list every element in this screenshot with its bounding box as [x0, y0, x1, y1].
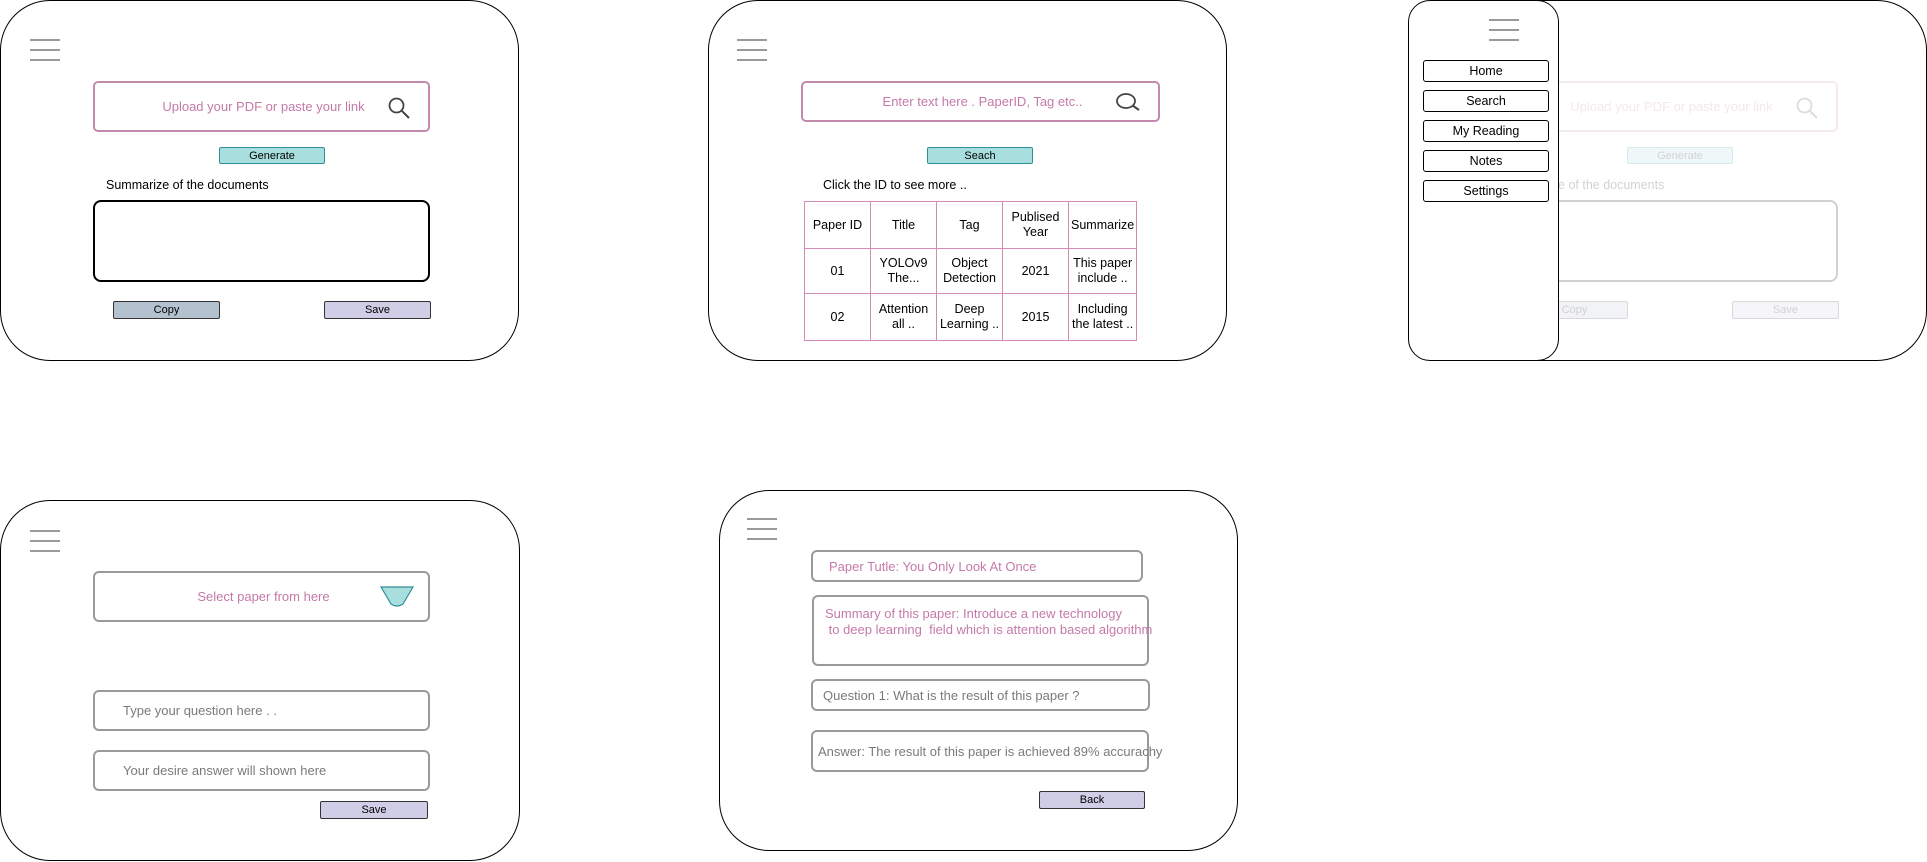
- answer-output: Your desire answer will shown here: [93, 750, 430, 791]
- save-button-bg: Save: [1732, 301, 1839, 319]
- summary-label: Summarize of the documents: [106, 178, 269, 192]
- back-button[interactable]: Back: [1039, 791, 1145, 809]
- paper-title-field: Paper Tutle: You Only Look At Once: [811, 550, 1143, 582]
- paper-title: Paper Tutle: You Only Look At Once: [829, 559, 1037, 574]
- search-icon[interactable]: [1116, 92, 1142, 112]
- summary-cell: This paper include ..: [1067, 248, 1138, 294]
- summary-cell: Including the latest ..: [1067, 293, 1138, 341]
- answer-field: Answer: The result of this paper is achi…: [811, 730, 1162, 772]
- frame-search: Enter text here . PaperID, Tag etc.. Sea…: [708, 0, 1227, 361]
- search-input[interactable]: Enter text here . PaperID, Tag etc..: [801, 81, 1160, 122]
- summary-line-1: Summary of this paper: Introduce a new t…: [825, 606, 1122, 621]
- question-text: Question 1: What is the result of this p…: [823, 688, 1080, 703]
- hamburger-menu-icon[interactable]: [747, 518, 777, 540]
- summary-output[interactable]: [93, 200, 430, 282]
- paper-summary-field: Summary of this paper: Introduce a new t…: [812, 595, 1153, 666]
- question-placeholder: Type your question here . .: [123, 703, 277, 718]
- menu-item-home[interactable]: Home: [1423, 60, 1549, 82]
- menu-item-search[interactable]: Search: [1423, 90, 1549, 112]
- side-menu-panel: Home Search My Reading Notes Settings: [1408, 0, 1559, 361]
- table-row[interactable]: 02 Attention all .. Deep Learning .. 201…: [804, 293, 1138, 341]
- menu-item-settings[interactable]: Settings: [1423, 180, 1549, 202]
- question-field: Question 1: What is the result of this p…: [811, 679, 1150, 711]
- summary-label-bg: ize of the documents: [1549, 178, 1665, 192]
- answer-text: Answer: The result of this paper is achi…: [818, 744, 1163, 759]
- frame-upload-summarize: Upload your PDF or paste your link Gener…: [0, 0, 519, 361]
- frame-ask-question: Select paper from here Type your questio…: [0, 500, 520, 861]
- generate-button-bg: Generate: [1627, 147, 1733, 164]
- tag-cell: Deep Learning ..: [936, 293, 1003, 341]
- dropdown-triangle-icon[interactable]: [379, 584, 415, 608]
- year-cell: 2015: [1002, 293, 1069, 341]
- hamburger-menu-icon[interactable]: [30, 39, 60, 61]
- upload-placeholder: Upload your PDF or paste your link: [162, 99, 365, 114]
- table-row[interactable]: 01 YOLOv9 The... Object Detection 2021 T…: [804, 248, 1138, 294]
- title-cell: Attention all ..: [870, 293, 937, 341]
- tag-cell: Object Detection: [936, 248, 1003, 294]
- column-header: Title: [870, 201, 937, 249]
- generate-button[interactable]: Generate: [219, 147, 325, 164]
- answer-placeholder: Your desire answer will shown here: [123, 763, 327, 778]
- column-header: Tag: [936, 201, 1003, 249]
- search-icon[interactable]: [387, 96, 411, 120]
- title-cell: YOLOv9 The...: [870, 248, 937, 294]
- menu-item-notes[interactable]: Notes: [1423, 150, 1549, 172]
- search-icon: [1796, 97, 1818, 119]
- column-header: Publised Year: [1002, 201, 1069, 249]
- menu-item-my-reading[interactable]: My Reading: [1423, 120, 1549, 142]
- save-button[interactable]: Save: [324, 301, 431, 319]
- search-button[interactable]: Seach: [927, 147, 1033, 164]
- hamburger-menu-icon[interactable]: [1489, 19, 1519, 41]
- results-table: Paper ID Title Tag Publised Year Summari…: [804, 201, 1138, 341]
- column-header: Paper ID: [804, 201, 871, 249]
- frame-paper-detail: Paper Tutle: You Only Look At Once Summa…: [719, 490, 1238, 851]
- paper-id-cell[interactable]: 01: [804, 248, 871, 294]
- results-hint: Click the ID to see more ..: [823, 178, 967, 192]
- copy-button[interactable]: Copy: [113, 301, 220, 319]
- hamburger-menu-icon[interactable]: [30, 530, 60, 552]
- year-cell: 2021: [1002, 248, 1069, 294]
- question-input[interactable]: Type your question here . .: [93, 690, 430, 731]
- column-header: Summarize: [1067, 201, 1138, 249]
- upload-input[interactable]: Upload your PDF or paste your link: [93, 81, 430, 132]
- search-placeholder: Enter text here . PaperID, Tag etc..: [882, 94, 1083, 109]
- summary-line-2: to deep learning field which is attentio…: [825, 622, 1153, 637]
- hamburger-menu-icon[interactable]: [737, 39, 767, 61]
- table-header-row: Paper ID Title Tag Publised Year Summari…: [804, 201, 1138, 249]
- paper-select[interactable]: Select paper from here: [93, 571, 430, 622]
- paper-id-cell[interactable]: 02: [804, 293, 871, 341]
- save-button[interactable]: Save: [320, 801, 428, 819]
